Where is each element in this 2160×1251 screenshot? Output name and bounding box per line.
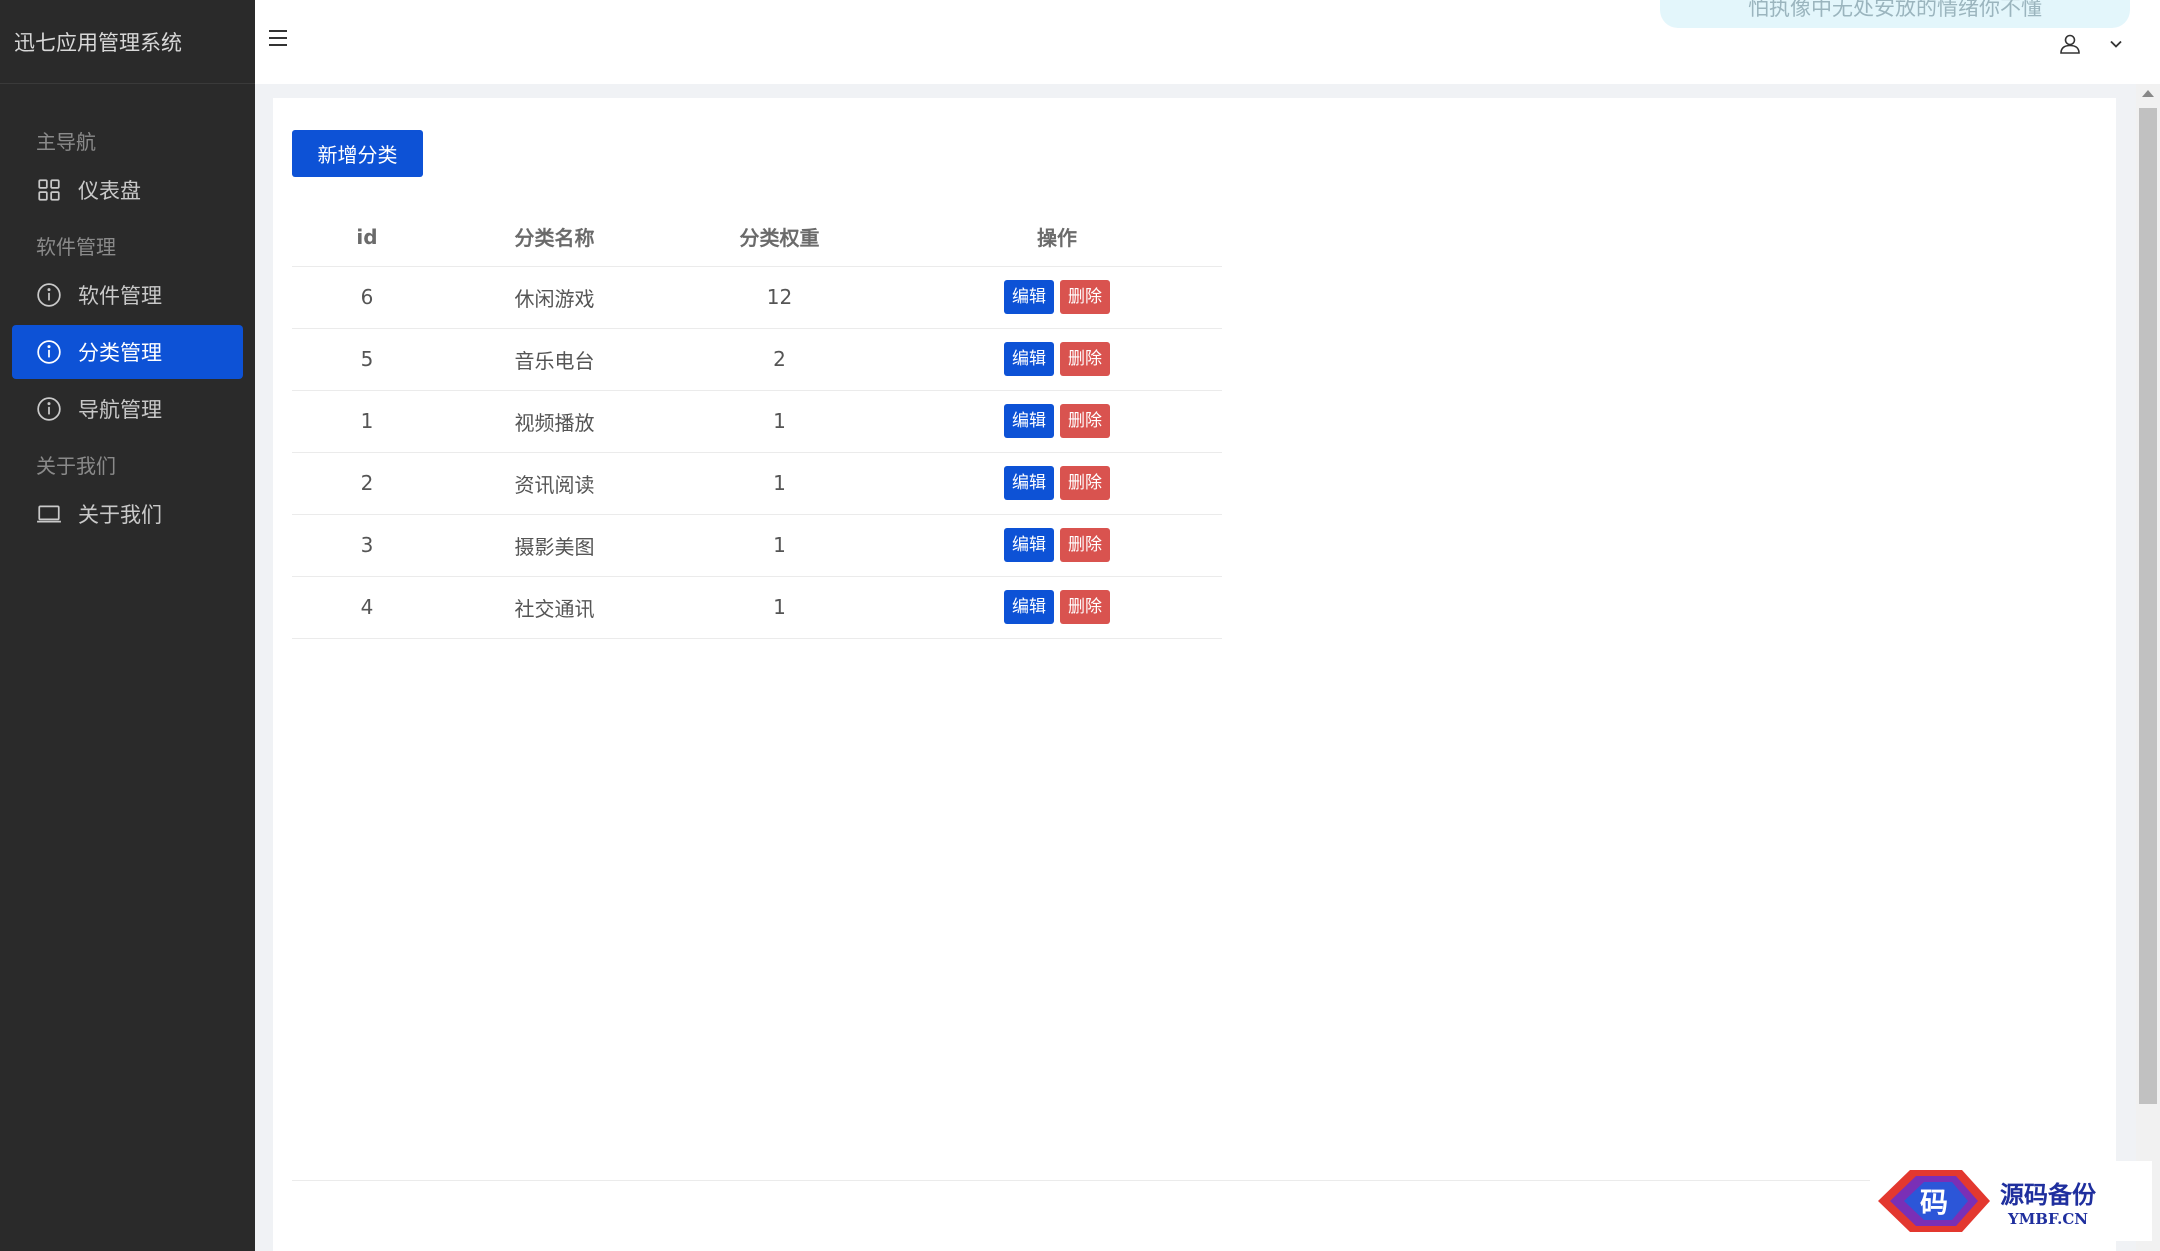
cell-actions: 编辑 删除 <box>892 576 1222 639</box>
table-header-row: id 分类名称 分类权重 操作 <box>292 208 1222 267</box>
top-header: 怕执像中无处安放的情绪你不懂 <box>255 0 2160 84</box>
category-table: id 分类名称 分类权重 操作 6 休闲游戏 12 编辑 删除 5 音乐电台 2 … <box>292 208 1222 639</box>
scrollbar-thumb[interactable] <box>2139 108 2157 1104</box>
nav-group-main: 主导航 <box>36 129 96 154</box>
cell-name: 摄影美图 <box>442 514 667 577</box>
delete-button[interactable]: 删除 <box>1060 466 1110 500</box>
app-title: 迅七应用管理系统 <box>0 0 255 84</box>
sidebar-item-dashboard[interactable]: 仪表盘 <box>12 163 243 217</box>
cell-name: 社交通讯 <box>442 576 667 639</box>
cell-actions: 编辑 删除 <box>892 390 1222 453</box>
sidebar-item-label: 导航管理 <box>78 398 162 422</box>
content-divider <box>292 1180 2116 1181</box>
cell-weight: 1 <box>667 390 892 453</box>
add-category-button[interactable]: 新增分类 <box>292 130 423 177</box>
edit-button[interactable]: 编辑 <box>1004 528 1054 562</box>
table-row: 5 音乐电台 2 编辑 删除 <box>292 328 1222 391</box>
cell-actions: 编辑 删除 <box>892 328 1222 391</box>
nav-group-about: 关于我们 <box>36 453 116 478</box>
edit-button[interactable]: 编辑 <box>1004 466 1054 500</box>
cell-weight: 2 <box>667 328 892 391</box>
sidebar: 迅七应用管理系统 主导航 仪表盘 软件管理 软件管理 分类管理 导航管理 关于我… <box>0 0 255 1251</box>
cell-id: 6 <box>292 266 442 329</box>
dashboard-grid-icon <box>36 177 62 203</box>
cell-name: 音乐电台 <box>442 328 667 391</box>
cell-id: 3 <box>292 514 442 577</box>
cell-actions: 编辑 删除 <box>892 452 1222 515</box>
cell-weight: 1 <box>667 452 892 515</box>
column-header-weight: 分类权重 <box>667 208 892 267</box>
sidebar-item-category[interactable]: 分类管理 <box>12 325 243 379</box>
edit-button[interactable]: 编辑 <box>1004 590 1054 624</box>
info-circle-icon <box>36 396 62 422</box>
table-row: 4 社交通讯 1 编辑 删除 <box>292 576 1222 639</box>
cell-weight: 1 <box>667 514 892 577</box>
table-row: 2 资讯阅读 1 编辑 删除 <box>292 452 1222 515</box>
user-icon[interactable] <box>2058 32 2082 56</box>
main-content: 新增分类 id 分类名称 分类权重 操作 6 休闲游戏 12 编辑 删除 5 音乐… <box>273 98 2116 1251</box>
sidebar-item-navigation[interactable]: 导航管理 <box>12 382 243 436</box>
cell-id: 2 <box>292 452 442 515</box>
cell-weight: 12 <box>667 266 892 329</box>
watermark-logo-char: 码 <box>1920 1186 1948 1219</box>
column-header-actions: 操作 <box>892 208 1222 267</box>
info-circle-icon <box>36 282 62 308</box>
table-row: 6 休闲游戏 12 编辑 删除 <box>292 266 1222 329</box>
cell-id: 4 <box>292 576 442 639</box>
scroll-up-arrow-icon[interactable] <box>2142 90 2154 97</box>
edit-button[interactable]: 编辑 <box>1004 280 1054 314</box>
edit-button[interactable]: 编辑 <box>1004 342 1054 376</box>
delete-button[interactable]: 删除 <box>1060 280 1110 314</box>
column-header-name: 分类名称 <box>442 208 667 267</box>
notice-banner: 怕执像中无处安放的情绪你不懂 <box>1660 0 2130 28</box>
delete-button[interactable]: 删除 <box>1060 342 1110 376</box>
sidebar-item-label: 关于我们 <box>78 503 162 527</box>
nav-group-software: 软件管理 <box>36 234 116 259</box>
watermark-title: 源码备份 <box>2000 1179 2096 1209</box>
sidebar-item-about[interactable]: 关于我们 <box>12 487 243 541</box>
sidebar-item-software[interactable]: 软件管理 <box>12 268 243 322</box>
cell-actions: 编辑 删除 <box>892 514 1222 577</box>
cell-name: 视频播放 <box>442 390 667 453</box>
sidebar-nav: 主导航 仪表盘 软件管理 软件管理 分类管理 导航管理 关于我们 关于我们 <box>0 84 255 541</box>
vertical-scrollbar[interactable] <box>2136 84 2160 1251</box>
sidebar-item-label: 仪表盘 <box>78 179 141 203</box>
sidebar-item-label: 软件管理 <box>78 284 162 308</box>
column-header-id: id <box>292 208 442 267</box>
delete-button[interactable]: 删除 <box>1060 528 1110 562</box>
info-circle-icon <box>36 339 62 365</box>
edit-button[interactable]: 编辑 <box>1004 404 1054 438</box>
hamburger-menu-icon[interactable] <box>269 30 291 52</box>
watermark-logo: 码 源码备份 YMBF.CN <box>1870 1161 2152 1241</box>
laptop-icon <box>36 501 62 527</box>
sidebar-item-label: 分类管理 <box>78 341 162 365</box>
watermark-emblem-icon: 码 <box>1878 1170 1990 1232</box>
cell-name: 资讯阅读 <box>442 452 667 515</box>
chevron-down-icon[interactable] <box>2106 34 2126 54</box>
cell-id: 5 <box>292 328 442 391</box>
watermark-text: 源码备份 YMBF.CN <box>2000 1175 2096 1228</box>
cell-name: 休闲游戏 <box>442 266 667 329</box>
cell-actions: 编辑 删除 <box>892 266 1222 329</box>
cell-id: 1 <box>292 390 442 453</box>
watermark-subtitle: YMBF.CN <box>2007 1209 2088 1228</box>
table-row: 1 视频播放 1 编辑 删除 <box>292 390 1222 453</box>
cell-weight: 1 <box>667 576 892 639</box>
delete-button[interactable]: 删除 <box>1060 590 1110 624</box>
delete-button[interactable]: 删除 <box>1060 404 1110 438</box>
table-row: 3 摄影美图 1 编辑 删除 <box>292 514 1222 577</box>
